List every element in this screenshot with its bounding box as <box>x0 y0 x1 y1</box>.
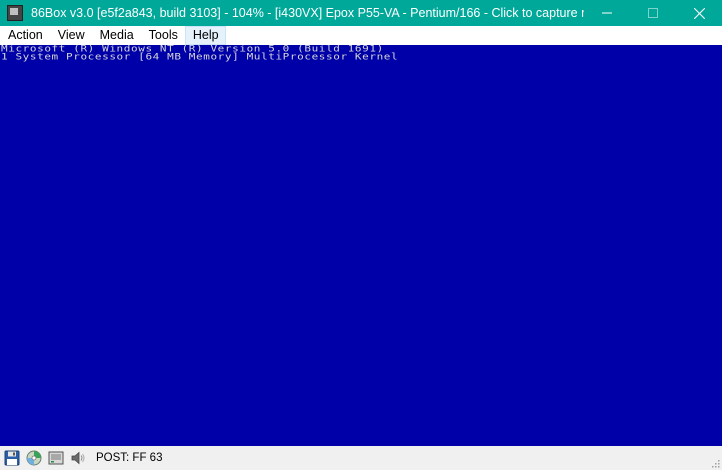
menu-view[interactable]: View <box>50 26 92 45</box>
close-button[interactable] <box>676 0 722 26</box>
post-code-status: POST: FF 63 <box>96 452 163 464</box>
menu-help[interactable]: Help <box>184 26 226 45</box>
menu-bar: Action View Media Tools Help <box>0 26 722 45</box>
boot-line-processor: 1 System Processor [64 MB Memory] MultiP… <box>1 51 399 63</box>
cdrom-icon[interactable] <box>25 449 43 467</box>
maximize-icon <box>648 8 658 18</box>
emulator-screen[interactable]: Microsoft (R) Windows NT (R) Version 5.0… <box>0 45 722 446</box>
window-title: 86Box v3.0 [e5f2a843, build 3103] - 104%… <box>31 6 584 20</box>
emulator-window: 86Box v3.0 [e5f2a843, build 3103] - 104%… <box>0 0 722 470</box>
menu-action[interactable]: Action <box>0 26 50 45</box>
menu-tools[interactable]: Tools <box>141 26 185 45</box>
menu-media[interactable]: Media <box>92 26 141 45</box>
resize-grip-icon[interactable] <box>710 458 720 468</box>
title-bar[interactable]: 86Box v3.0 [e5f2a843, build 3103] - 104%… <box>0 0 722 26</box>
floppy-disk-icon[interactable] <box>3 449 21 467</box>
close-icon <box>693 7 705 19</box>
hard-disk-icon[interactable] <box>47 449 65 467</box>
maximize-button[interactable] <box>630 0 676 26</box>
sound-icon[interactable] <box>69 449 87 467</box>
minimize-button[interactable] <box>584 0 630 26</box>
app-icon <box>7 5 23 21</box>
status-bar: POST: FF 63 <box>0 446 722 470</box>
minimize-icon <box>602 12 612 14</box>
